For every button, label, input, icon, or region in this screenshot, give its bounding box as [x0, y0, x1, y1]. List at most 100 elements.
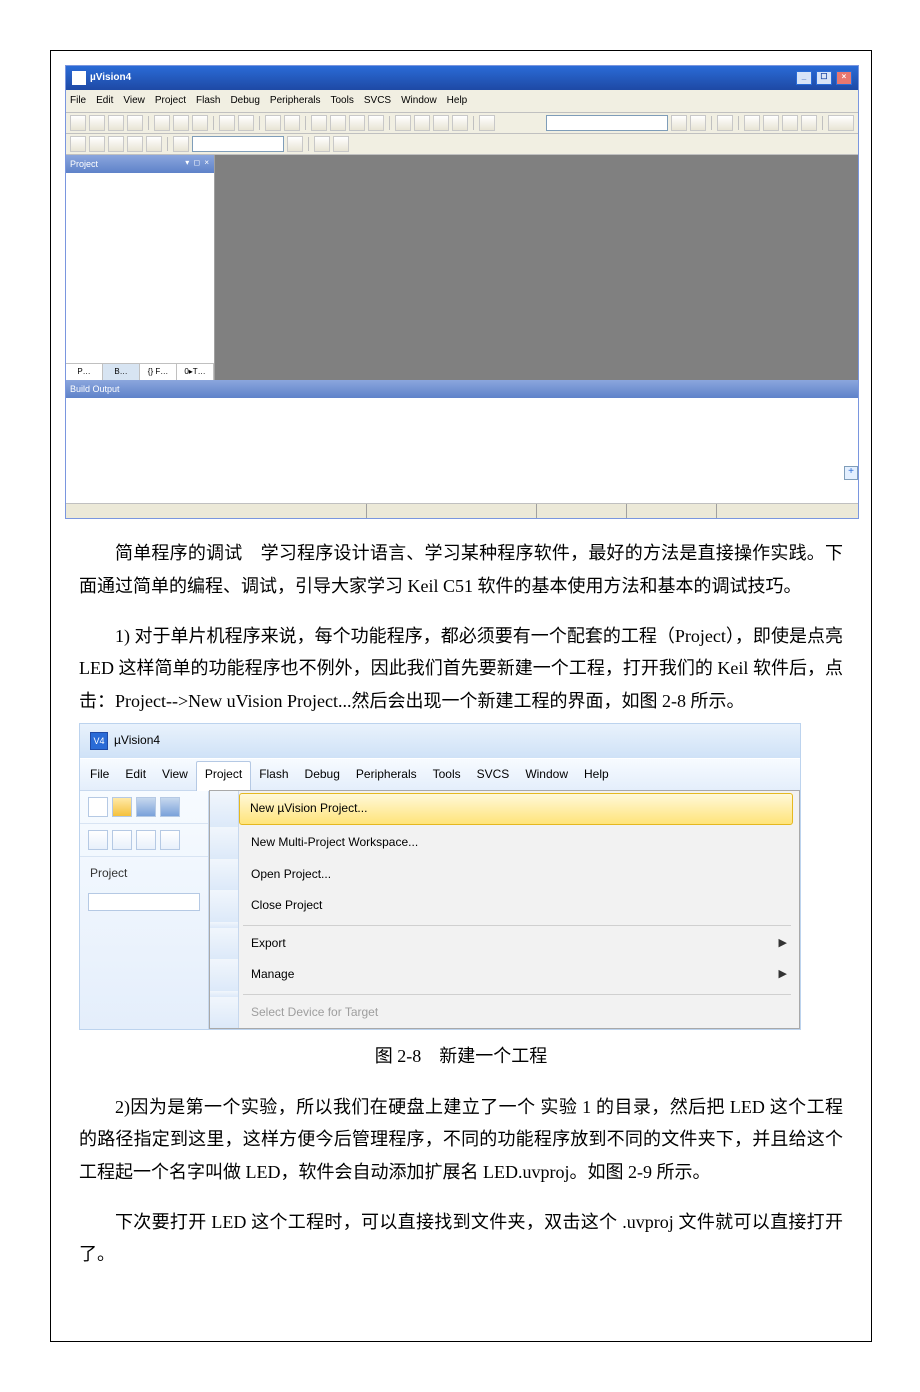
menu-window[interactable]: Window [401, 92, 437, 110]
tb-bookmark3-icon[interactable] [349, 115, 365, 131]
tb-undo-icon[interactable] [219, 115, 235, 131]
tb-bookmark-icon[interactable] [311, 115, 327, 131]
tb-fwd-icon[interactable] [284, 115, 300, 131]
toolbar-row-2 [66, 134, 858, 155]
project-pane: Project ▾ ◻ × P… B… {} F… 0▸T… [66, 155, 215, 380]
tb-download-icon[interactable] [146, 136, 162, 152]
s2-tb-new-icon[interactable] [88, 797, 108, 817]
paragraph-intro: 简单程序的调试 学习程序设计语言、学习某种程序软件，最好的方法是直接操作实践。下… [51, 519, 871, 602]
tb-bp4-icon[interactable] [801, 115, 817, 131]
menu2-file[interactable]: File [90, 764, 109, 786]
s2-tb-batch-icon[interactable] [136, 830, 156, 850]
tb-bookmark4-icon[interactable] [368, 115, 384, 131]
menu2-tools[interactable]: Tools [433, 764, 461, 786]
menu-view[interactable]: View [123, 92, 145, 110]
tb-bp2-icon[interactable] [763, 115, 779, 131]
tb-rebuild-icon[interactable] [89, 136, 105, 152]
tb-saveall-icon[interactable] [127, 115, 143, 131]
menu-peripherals[interactable]: Peripherals [270, 92, 321, 110]
tb-save-icon[interactable] [108, 115, 124, 131]
menu-item-export[interactable]: Export ▶ [210, 928, 799, 960]
s2-tb-build-icon[interactable] [88, 830, 108, 850]
tb-buildall-icon[interactable] [108, 136, 124, 152]
tb-outdent-icon[interactable] [414, 115, 430, 131]
tb-find-icon[interactable] [479, 115, 495, 131]
pane-tab-functions[interactable]: {} F… [140, 364, 177, 380]
tb-find-combo[interactable] [546, 115, 668, 131]
window-title: µVision4 [90, 69, 131, 87]
tb-paste-icon[interactable] [192, 115, 208, 131]
side-project-label: Project [80, 857, 208, 891]
project-pane-title: Project [70, 156, 98, 172]
s2-tb-open-icon[interactable] [112, 797, 132, 817]
s2-tb-rebuild-icon[interactable] [112, 830, 132, 850]
tb-findfiles-icon[interactable] [671, 115, 687, 131]
tb-comment-icon[interactable] [433, 115, 449, 131]
submenu-arrow-icon: ▶ [779, 934, 799, 954]
maximize-button[interactable]: ☐ [816, 71, 832, 85]
menu2-help[interactable]: Help [584, 764, 609, 786]
menu-item-new-multi[interactable]: New Multi-Project Workspace... [210, 827, 799, 859]
tb-debug-icon[interactable] [717, 115, 733, 131]
tb-manage2-icon[interactable] [333, 136, 349, 152]
menu-help[interactable]: Help [447, 92, 468, 110]
pane-tab-project[interactable]: P… [66, 364, 103, 380]
pane-tab-books[interactable]: B… [103, 364, 140, 380]
window-titlebar-2: V4 µVision4 [80, 723, 800, 758]
tb-bp-icon[interactable] [744, 115, 760, 131]
menu2-view[interactable]: View [162, 764, 188, 786]
menu-item-open-project[interactable]: Open Project... [210, 859, 799, 891]
s2-tb-saveall-icon[interactable] [160, 797, 180, 817]
menu-svcs[interactable]: SVCS [364, 92, 391, 110]
s2-tb-stop-icon[interactable] [160, 830, 180, 850]
menu-item-close-project[interactable]: Close Project [210, 890, 799, 922]
tb-uncomment-icon[interactable] [452, 115, 468, 131]
tb-build-icon[interactable] [70, 136, 86, 152]
menubar-2: File Edit View Project Flash Debug Perip… [80, 758, 800, 792]
tb-target-combo[interactable] [192, 136, 284, 152]
minimize-button[interactable]: _ [796, 71, 812, 85]
tb-win-icon[interactable] [828, 115, 854, 131]
project-pane-controls[interactable]: ▾ ◻ × [185, 156, 210, 172]
paragraph-note: 下次要打开 LED 这个工程时，可以直接找到文件夹，双击这个 .uvproj 文… [51, 1188, 871, 1341]
menu2-project[interactable]: Project [196, 761, 251, 792]
tb-inc-icon[interactable] [690, 115, 706, 131]
close-button[interactable]: × [836, 71, 852, 85]
paragraph-step1: 1) 对于单片机程序来说，每个功能程序，都必须要有一个配套的工程（Project… [51, 602, 871, 717]
menu2-peripherals[interactable]: Peripherals [356, 764, 417, 786]
side-project-tree [88, 893, 200, 911]
tb-copy-icon[interactable] [173, 115, 189, 131]
menu-project[interactable]: Project [155, 92, 186, 110]
menu-item-manage[interactable]: Manage ▶ [210, 959, 799, 991]
tb-redo-icon[interactable] [238, 115, 254, 131]
tb-opts-icon[interactable] [287, 136, 303, 152]
tb-new-icon[interactable] [70, 115, 86, 131]
tb-cut-icon[interactable] [154, 115, 170, 131]
menu2-edit[interactable]: Edit [125, 764, 146, 786]
build-output-pane: + [66, 398, 858, 503]
expand-icon[interactable]: + [844, 466, 858, 480]
s2-tb-save-icon[interactable] [136, 797, 156, 817]
menu-tools[interactable]: Tools [331, 92, 354, 110]
menu-item-new-project[interactable]: New µVision Project... [210, 791, 799, 827]
tb-open-icon[interactable] [89, 115, 105, 131]
menu2-svcs[interactable]: SVCS [477, 764, 510, 786]
tb-indent-icon[interactable] [395, 115, 411, 131]
menu-file[interactable]: File [70, 92, 86, 110]
menu-debug[interactable]: Debug [230, 92, 259, 110]
tb-bookmark2-icon[interactable] [330, 115, 346, 131]
tb-target-icon[interactable] [173, 136, 189, 152]
menu2-debug[interactable]: Debug [305, 764, 340, 786]
menu2-window[interactable]: Window [525, 764, 568, 786]
menu2-flash[interactable]: Flash [259, 764, 288, 786]
tb-back-icon[interactable] [265, 115, 281, 131]
tb-bp3-icon[interactable] [782, 115, 798, 131]
menu-flash[interactable]: Flash [196, 92, 220, 110]
tb-manage-icon[interactable] [314, 136, 330, 152]
editor-area-empty [215, 155, 858, 380]
menu-edit[interactable]: Edit [96, 92, 113, 110]
side-toolbar-area: Project [80, 791, 209, 1029]
app-icon-2: V4 [90, 732, 108, 750]
pane-tab-templates[interactable]: 0▸T… [177, 364, 214, 380]
tb-stop-icon[interactable] [127, 136, 143, 152]
